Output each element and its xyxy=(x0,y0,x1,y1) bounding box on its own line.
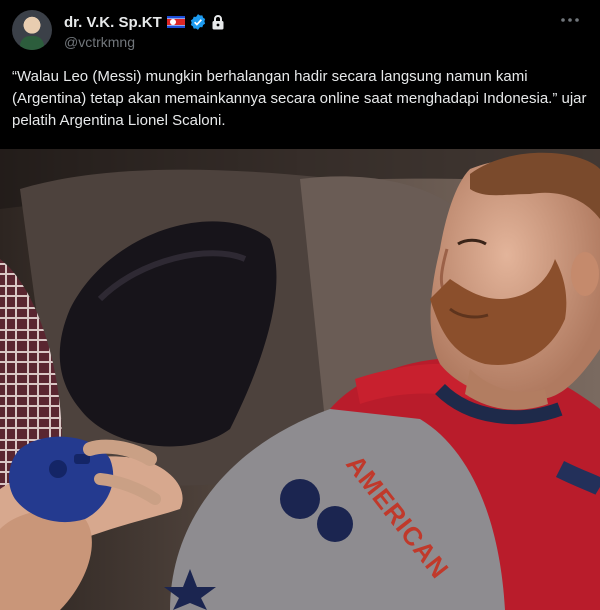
tweet-photo[interactable]: AMERICAN xyxy=(0,149,600,610)
author-name-row: dr. V.K. Sp.KT xyxy=(64,12,225,32)
author-handle[interactable]: @vctrkmng xyxy=(64,34,135,50)
tweet-text: “Walau Leo (Messi) mungkin berhalangan h… xyxy=(12,68,587,129)
tweet: dr. V.K. Sp.KT @vctrkmng “Walau Leo (Mes… xyxy=(0,0,600,610)
lock-icon xyxy=(212,15,224,30)
avatar[interactable] xyxy=(12,10,52,50)
photo-illustration: AMERICAN xyxy=(0,149,600,610)
more-options-icon[interactable] xyxy=(558,10,582,30)
tweet-header: dr. V.K. Sp.KT @vctrkmng xyxy=(12,10,588,54)
author-name[interactable]: dr. V.K. Sp.KT xyxy=(64,14,162,31)
korea-flag-icon xyxy=(166,16,185,28)
verified-badge-icon xyxy=(190,14,205,30)
